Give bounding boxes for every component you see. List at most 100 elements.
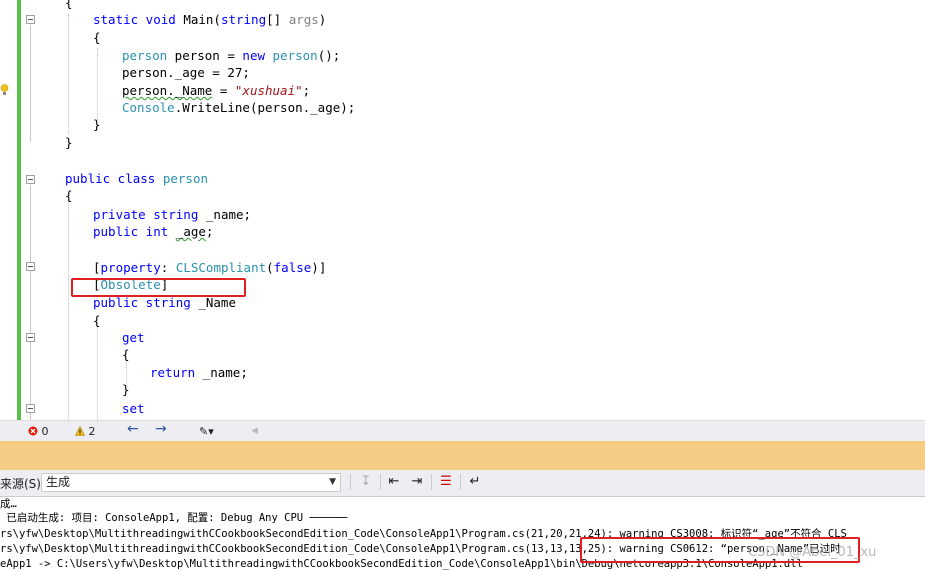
code-line: get (122, 329, 145, 347)
code-token: [ (93, 260, 101, 275)
code-line: { (93, 313, 101, 328)
nav-back-icon[interactable]: ← (127, 422, 139, 437)
code-line: set (122, 400, 145, 418)
source-label: 来源(S): (0, 477, 46, 491)
code-token: _Name (198, 295, 236, 310)
code-token: Console (122, 100, 175, 115)
code-line: public class person (65, 170, 208, 188)
code-token: property (100, 260, 161, 275)
code-line: public int _age; (93, 223, 213, 241)
editor-status-bar: 0 2 ← → ✎▾ ◀ (0, 420, 925, 442)
source-select[interactable]: 生成 ▼ (41, 473, 341, 492)
code-token: set (122, 401, 145, 416)
code-token: private string (93, 207, 206, 222)
code-token: static void (93, 12, 184, 27)
indent-guide (68, 14, 69, 134)
code-editor[interactable]: {static void Main(string[] args){person … (0, 0, 925, 420)
error-icon (28, 426, 38, 436)
code-line: { (122, 347, 130, 362)
code-line: } (93, 117, 101, 132)
code-token: get (122, 330, 145, 345)
code-token: person (122, 48, 168, 63)
code-token: person._Name (122, 83, 213, 98)
code-token: string (220, 12, 267, 27)
obsolete-highlight-box (71, 278, 246, 297)
code-line: static void Main(string[] args) (93, 11, 326, 29)
output-toolbar: 来源(S): 生成 ▼ ↧ ⇤ ⇥ ☰ ↵ (0, 470, 925, 497)
code-token: _age (175, 224, 206, 239)
code-token: person (272, 48, 318, 63)
fold-toggle-class[interactable] (26, 175, 35, 184)
code-token: [] (266, 12, 289, 27)
chevron-down-icon: ▼ (329, 477, 336, 487)
code-token: args (288, 12, 319, 27)
error-count[interactable]: 0 (28, 424, 49, 439)
code-line: person._Name = "xushuai"; (122, 82, 310, 100)
toolbar-separator (460, 474, 461, 490)
code-token: public string (93, 295, 199, 310)
prev-message-icon[interactable]: ⇤ (385, 473, 403, 491)
code-token: _name; (202, 365, 248, 380)
fold-line (30, 25, 31, 142)
code-token: new (242, 48, 265, 63)
code-token: return (150, 365, 203, 380)
nav-forward-icon[interactable]: → (155, 422, 167, 437)
code-token: public int (93, 224, 176, 239)
code-token: "xushuai" (234, 83, 303, 98)
watermark: CSDN @Abel_01_xu (748, 545, 877, 560)
code-token: false (273, 260, 312, 275)
code-line: { (93, 30, 101, 45)
code-token: person (162, 171, 208, 186)
find-message-icon[interactable]: ↧ (357, 473, 375, 491)
code-token: (); (317, 48, 341, 63)
code-token: CLSCompliant (175, 260, 267, 275)
scroll-left-icon[interactable]: ◀ (251, 424, 258, 439)
code-line: Console.WriteLine(person._age); (122, 99, 355, 117)
code-token: )] (311, 260, 327, 275)
warning-count-value: 2 (88, 425, 96, 438)
code-line: person person = new person(); (122, 47, 340, 65)
fold-toggle-get[interactable] (26, 333, 35, 342)
error-count-value: 0 (41, 425, 49, 438)
brush-icon[interactable]: ✎▾ (199, 424, 214, 439)
fold-line (30, 185, 31, 420)
code-token: ; (302, 83, 311, 98)
lightbulb-icon[interactable] (0, 84, 9, 96)
output-title-bar (0, 441, 925, 470)
code-token: person = (167, 48, 243, 63)
next-message-icon[interactable]: ⇥ (408, 473, 426, 491)
toolbar-separator (350, 474, 351, 490)
code-token: ( (266, 260, 274, 275)
indent-guide (97, 48, 98, 120)
warning-icon (75, 425, 85, 436)
fold-toggle-set[interactable] (26, 404, 35, 413)
toolbar-separator (431, 474, 432, 490)
clear-all-icon[interactable]: ☰ (437, 473, 455, 491)
code-line: [property: CLSCompliant(false)] (93, 259, 326, 277)
indent-guide (68, 200, 69, 420)
code-line: person._age = 27; (122, 65, 250, 80)
fold-toggle-property[interactable] (26, 262, 35, 271)
code-line: } (65, 135, 73, 150)
word-wrap-icon[interactable]: ↵ (466, 473, 484, 491)
code-line: private string _name; (93, 206, 251, 224)
source-select-value: 生成 (46, 475, 71, 489)
code-token: : (160, 260, 176, 275)
change-margin (17, 0, 21, 420)
code-token: ; (205, 224, 214, 239)
fold-toggle-main[interactable] (26, 15, 35, 24)
output-line: 成… (0, 498, 17, 510)
output-line: 已启动生成: 项目: ConsoleApp1, 配置: Debug Any CP… (0, 512, 348, 524)
code-line: } (122, 382, 130, 397)
code-token: public class (65, 171, 163, 186)
code-token: Main( (183, 12, 221, 27)
warning-count[interactable]: 2 (75, 424, 96, 439)
code-line: return _name; (150, 364, 248, 382)
code-token: .WriteLine(person._age); (174, 100, 356, 115)
indent-guide (97, 326, 98, 420)
code-token: ) (318, 12, 327, 27)
code-line: { (65, 188, 73, 203)
code-token: = (212, 83, 235, 98)
code-token: _name; (205, 207, 252, 222)
